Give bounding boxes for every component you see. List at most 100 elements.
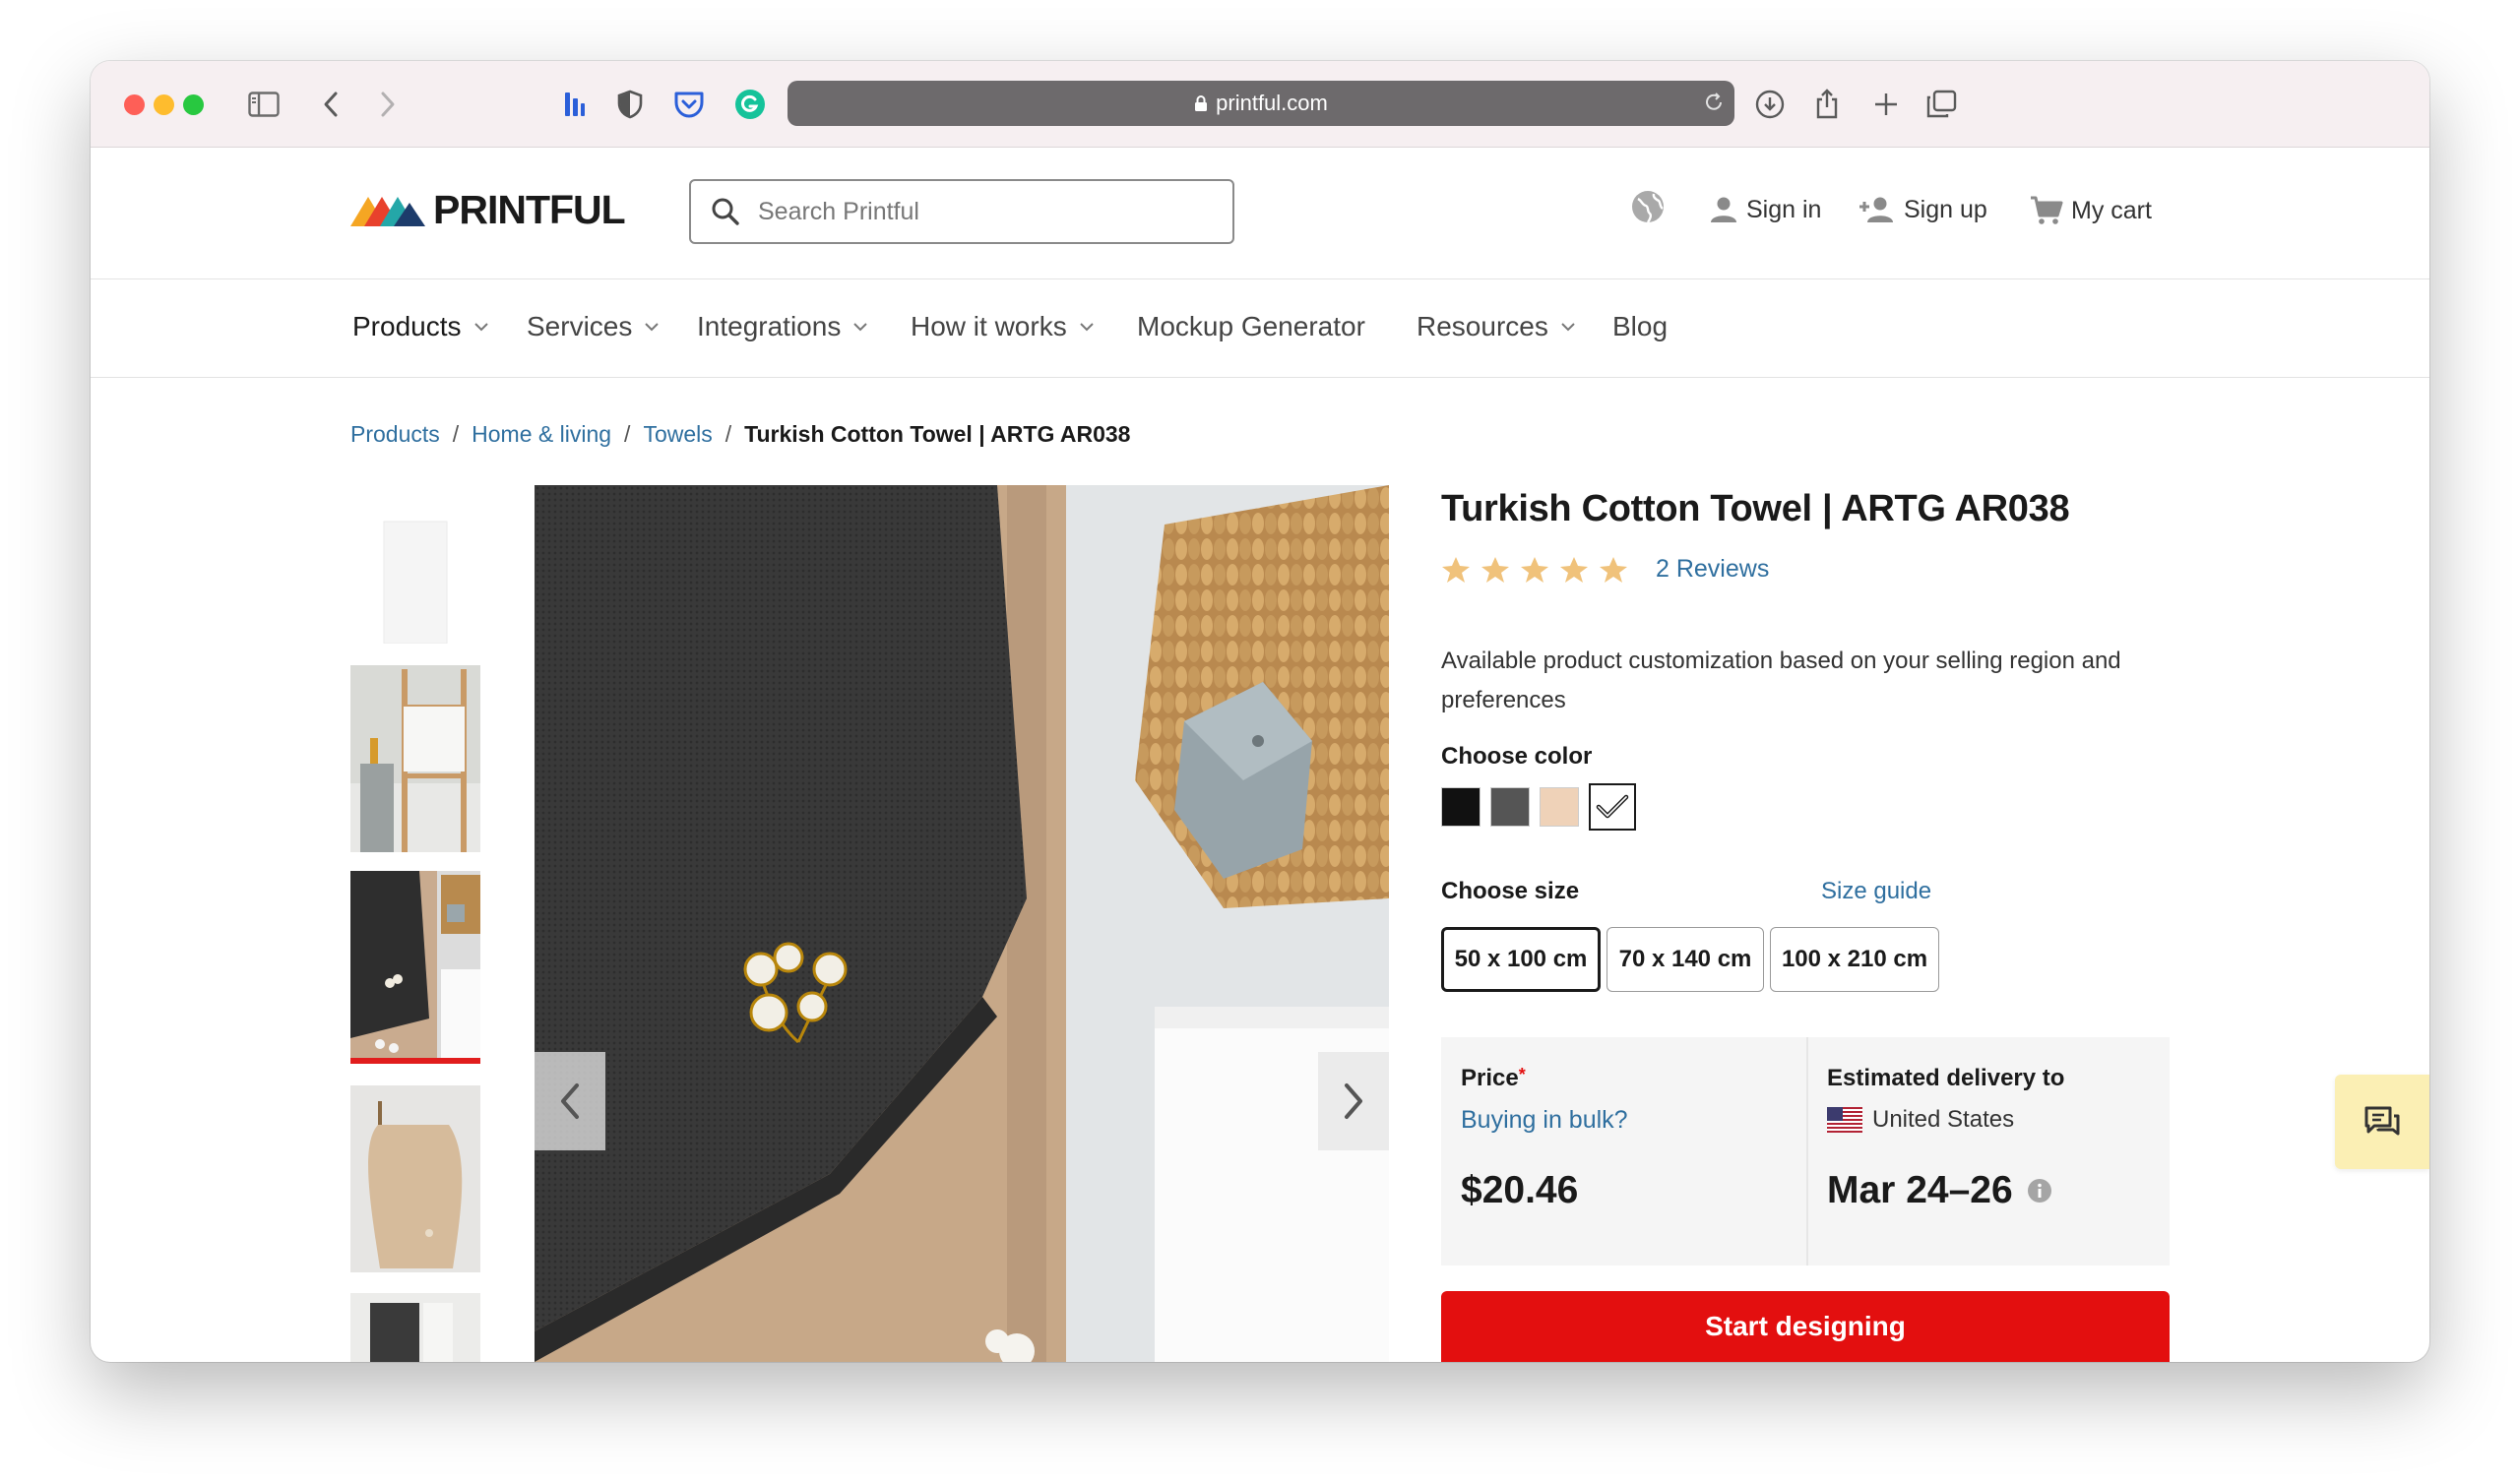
color-swatch-white[interactable]	[1589, 783, 1636, 831]
browser-toolbar: printful.com	[91, 61, 2429, 148]
nav-blog[interactable]: Blog	[1612, 311, 1668, 342]
shield-icon[interactable]	[608, 83, 652, 126]
previous-image-button[interactable]	[535, 1052, 605, 1150]
thumbnail-white-towel[interactable]	[350, 484, 480, 644]
download-icon[interactable]	[1748, 83, 1792, 126]
cart-icon	[2031, 196, 2063, 224]
delivery-country[interactable]: United States	[1827, 1106, 2014, 1134]
required-asterisk: *	[1518, 1065, 1526, 1084]
close-window-button[interactable]	[124, 94, 145, 115]
address-bar[interactable]: printful.com	[788, 81, 1734, 126]
thumbnail-hooks[interactable]	[350, 1293, 480, 1362]
next-image-button[interactable]	[1318, 1052, 1389, 1150]
sign-in-label: Sign in	[1746, 195, 1822, 223]
thumbnail-beige-towel[interactable]	[350, 1085, 480, 1272]
thumbnail-list	[350, 484, 480, 1362]
extension-bars-icon[interactable]	[553, 83, 597, 126]
price-label: Price*	[1461, 1065, 1526, 1092]
choose-color-label: Choose color	[1441, 743, 1593, 770]
choose-size-label: Choose size	[1441, 878, 1580, 904]
add-user-icon	[1859, 197, 1893, 222]
site-header: PRINTFUL Sign in Sign up My cart	[91, 148, 2429, 279]
new-tab-icon[interactable]	[1864, 83, 1908, 126]
breadcrumb-home-living[interactable]: Home & living	[472, 421, 611, 448]
color-swatch-beige[interactable]	[1540, 787, 1579, 827]
search-icon	[711, 197, 740, 226]
breadcrumb-towels[interactable]: Towels	[643, 421, 712, 448]
sign-in-link[interactable]: Sign in	[1709, 195, 1821, 224]
nav-resources-label: Resources	[1417, 311, 1548, 341]
star-icon	[1520, 556, 1549, 584]
grammarly-icon[interactable]	[728, 83, 772, 126]
chevron-down-icon	[1560, 322, 1576, 332]
product-description: Available product customization based on…	[1441, 648, 2121, 713]
price-value: $20.46	[1461, 1169, 1579, 1211]
breadcrumb-separator: /	[624, 421, 631, 447]
reviews-link[interactable]: 2 Reviews	[1656, 555, 1769, 584]
buying-in-bulk-link[interactable]: Buying in bulk?	[1461, 1106, 1628, 1135]
lock-icon	[1194, 94, 1208, 112]
cart-link[interactable]: My cart	[2030, 195, 2152, 226]
star-icon	[1599, 556, 1628, 584]
minimize-window-button[interactable]	[154, 94, 174, 115]
color-swatch-dark-grey[interactable]	[1490, 787, 1530, 827]
globe-icon[interactable]	[1630, 189, 1673, 224]
nav-integrations[interactable]: Integrations	[697, 311, 868, 342]
start-designing-button[interactable]: Start designing	[1441, 1291, 2170, 1362]
share-icon[interactable]	[1805, 83, 1849, 126]
sign-up-label: Sign up	[1904, 195, 1987, 223]
info-icon[interactable]	[2027, 1178, 2052, 1204]
price-label-text: Price	[1461, 1065, 1519, 1091]
nav-blog-label: Blog	[1612, 311, 1669, 341]
nav-how-it-works-label: How it works	[911, 311, 1067, 341]
search-input[interactable]	[758, 197, 1191, 226]
url-text: printful.com	[1216, 91, 1328, 115]
thumbnail-ladder[interactable]	[350, 665, 480, 852]
nav-resources[interactable]: Resources	[1417, 311, 1576, 342]
star-icon	[1441, 556, 1471, 584]
logo-text: PRINTFUL	[433, 187, 626, 232]
reload-icon[interactable]	[1703, 92, 1725, 113]
sign-up-link[interactable]: Sign up	[1858, 195, 1987, 224]
zoom-window-button[interactable]	[183, 94, 204, 115]
check-icon	[1596, 794, 1629, 819]
breadcrumb-separator: /	[452, 421, 460, 447]
nav-services[interactable]: Services	[527, 311, 660, 342]
forward-icon[interactable]	[366, 83, 410, 126]
size-option-100x210[interactable]: 100 x 210 cm	[1770, 927, 1939, 992]
nav-mockup-generator[interactable]: Mockup Generator	[1137, 311, 1365, 342]
chevron-down-icon	[473, 322, 489, 332]
chat-button[interactable]	[2335, 1075, 2429, 1169]
thumbnail-dark-towel[interactable]	[350, 871, 480, 1064]
product-title: Turkish Cotton Towel | ARTG AR038	[1441, 488, 2070, 529]
price-delivery-box: Price* Buying in bulk? $20.46 Estimated …	[1441, 1037, 2170, 1266]
chevron-down-icon	[852, 322, 868, 332]
printful-logo[interactable]: PRINTFUL	[350, 187, 626, 233]
back-icon[interactable]	[309, 83, 352, 126]
user-icon	[1711, 197, 1736, 222]
divider	[1806, 1037, 1808, 1266]
size-options: 50 x 100 cm 70 x 140 cm 100 x 210 cm	[1441, 927, 1945, 992]
sidebar-icon[interactable]	[242, 83, 285, 126]
printful-logo-icon	[350, 196, 425, 226]
breadcrumb-current: Turkish Cotton Towel | ARTG AR038	[744, 421, 1131, 447]
chevron-right-icon	[1345, 1083, 1362, 1119]
tabs-icon[interactable]	[1920, 83, 1963, 126]
search-box[interactable]	[689, 179, 1234, 244]
rating: 2 Reviews	[1441, 555, 1769, 584]
browser-window: printful.com PRINTFUL Search Printful Si…	[91, 61, 2429, 1362]
size-option-50x100[interactable]: 50 x 100 cm	[1441, 927, 1601, 992]
color-swatch-black[interactable]	[1441, 787, 1480, 827]
product-main-image	[535, 485, 1389, 1362]
nav-services-label: Services	[527, 311, 633, 341]
nav-products[interactable]: Products	[352, 311, 489, 342]
delivery-country-name: United States	[1872, 1106, 2015, 1133]
pocket-icon[interactable]	[667, 83, 711, 126]
thumbnail-active-indicator	[350, 1058, 480, 1064]
nav-how-it-works[interactable]: How it works	[911, 311, 1095, 342]
nav-integrations-label: Integrations	[697, 311, 842, 341]
breadcrumb-products[interactable]: Products	[350, 421, 440, 448]
size-guide-link[interactable]: Size guide	[1821, 878, 1931, 905]
size-option-70x140[interactable]: 70 x 140 cm	[1606, 927, 1764, 992]
breadcrumb: Products / Home & living / Towels / Turk…	[350, 421, 1130, 448]
